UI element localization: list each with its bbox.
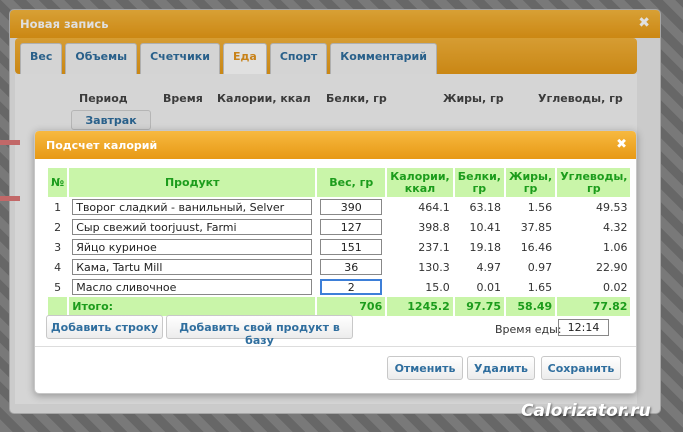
row-calories: 130.3 <box>418 260 450 274</box>
table-header-row: № Продукт Вес, гр Калории, ккал Белки, г… <box>48 168 631 197</box>
add-own-product-button[interactable]: Добавить свой продукт в базу <box>166 315 353 347</box>
row-fat: 16.46 <box>520 240 553 254</box>
row-number: 1 <box>54 200 62 214</box>
background-stripe <box>0 196 20 201</box>
col-period: Период <box>79 92 128 105</box>
table-row: 4 130.3 4.97 0.97 22.90 <box>48 257 630 277</box>
weight-input[interactable] <box>320 259 383 275</box>
product-input[interactable] <box>72 279 313 295</box>
row-number: 4 <box>54 260 62 274</box>
row-protein: 19.18 <box>469 240 502 254</box>
row-protein: 10.41 <box>469 220 502 234</box>
divider <box>35 346 636 347</box>
weight-input[interactable] <box>320 199 383 215</box>
header-fat: Жиры, гр <box>506 168 556 197</box>
total-carbs: 77.82 <box>557 297 631 316</box>
row-protein: 63.18 <box>469 200 502 214</box>
row-calories: 237.1 <box>418 240 450 254</box>
row-fat: 0.97 <box>527 260 553 274</box>
meal-breakfast[interactable]: Завтрак <box>71 110 151 130</box>
tab-counters[interactable]: Счетчики <box>140 43 220 74</box>
product-input[interactable] <box>72 219 313 235</box>
products-table: № Продукт Вес, гр Калории, ккал Белки, г… <box>46 168 632 316</box>
row-carbs: 49.53 <box>595 200 628 214</box>
header-calories: Калории, ккал <box>387 168 453 197</box>
delete-button[interactable]: Удалить <box>467 356 535 380</box>
row-carbs: 1.06 <box>602 240 628 254</box>
header-num: № <box>48 168 68 197</box>
total-protein: 97.75 <box>454 297 504 316</box>
watermark-logo: Calorizator.ru <box>521 401 651 421</box>
meal-time-input[interactable]: 12:14 <box>558 319 609 336</box>
meal-time-label: Время еды: <box>495 323 562 336</box>
product-input[interactable] <box>72 239 313 255</box>
row-carbs: 0.02 <box>602 280 628 294</box>
total-row: Итого: 706 1245.2 97.75 58.49 77.82 <box>48 297 631 316</box>
row-calories: 464.1 <box>418 200 450 214</box>
tab-bar: Вес Объемы Счетчики Еда Спорт Комментари… <box>15 38 637 74</box>
dialog-title: Новая запись <box>20 17 109 31</box>
total-weight: 706 <box>317 297 386 316</box>
total-calories: 1245.2 <box>387 297 453 316</box>
row-fat: 37.85 <box>520 220 553 234</box>
save-button[interactable]: Сохранить <box>541 356 621 380</box>
table-row: 3 237.1 19.18 16.46 1.06 <box>48 237 630 257</box>
weight-input[interactable] <box>320 279 383 295</box>
background-stripe <box>0 140 20 145</box>
dialog-title-bar: Новая запись ✖ <box>10 10 660 38</box>
row-calories: 15.0 <box>425 280 450 294</box>
row-carbs: 22.90 <box>595 260 628 274</box>
calc-title-bar: Подсчет калорий ✖ <box>35 131 636 159</box>
col-time: Время <box>163 92 203 105</box>
close-icon[interactable]: ✖ <box>638 15 650 31</box>
header-carbs: Углеводы, гр <box>557 168 631 197</box>
total-fat: 58.49 <box>506 297 556 316</box>
tab-food[interactable]: Еда <box>222 43 267 74</box>
row-number: 5 <box>54 280 62 294</box>
table-row: 2 398.8 10.41 37.85 4.32 <box>48 217 630 237</box>
row-calories: 398.8 <box>418 220 450 234</box>
header-product: Продукт <box>69 168 316 197</box>
table-row: 1 464.1 63.18 1.56 49.53 <box>48 197 630 217</box>
col-calories: Калории, ккал <box>217 92 311 105</box>
header-protein: Белки, гр <box>454 168 504 197</box>
col-carbs: Углеводы, гр <box>538 92 623 105</box>
tab-weight[interactable]: Вес <box>20 43 63 74</box>
add-row-button[interactable]: Добавить строку <box>46 315 163 339</box>
col-fat: Жиры, гр <box>443 92 504 105</box>
table-row: 5 15.0 0.01 1.65 0.02 <box>48 277 630 297</box>
row-fat: 1.65 <box>527 280 553 294</box>
row-number: 3 <box>54 240 62 254</box>
weight-input[interactable] <box>320 219 383 235</box>
row-number: 2 <box>54 220 62 234</box>
row-carbs: 4.32 <box>602 220 628 234</box>
total-label: Итого: <box>69 297 316 316</box>
product-input[interactable] <box>72 259 313 275</box>
cancel-button[interactable]: Отменить <box>387 356 463 380</box>
calorie-calculator-dialog: Подсчет калорий ✖ № Продукт Вес, гр Кало… <box>34 130 637 394</box>
close-icon[interactable]: ✖ <box>616 137 627 152</box>
tab-measurements[interactable]: Объемы <box>65 43 138 74</box>
row-protein: 4.97 <box>476 260 502 274</box>
tab-sport[interactable]: Спорт <box>269 43 328 74</box>
col-protein: Белки, гр <box>326 92 387 105</box>
calc-title: Подсчет калорий <box>46 139 158 152</box>
header-weight: Вес, гр <box>317 168 386 197</box>
row-protein: 0.01 <box>476 280 502 294</box>
tab-comment[interactable]: Комментарий <box>330 43 437 74</box>
weight-input[interactable] <box>320 239 383 255</box>
row-fat: 1.56 <box>527 200 553 214</box>
product-input[interactable] <box>72 199 313 215</box>
